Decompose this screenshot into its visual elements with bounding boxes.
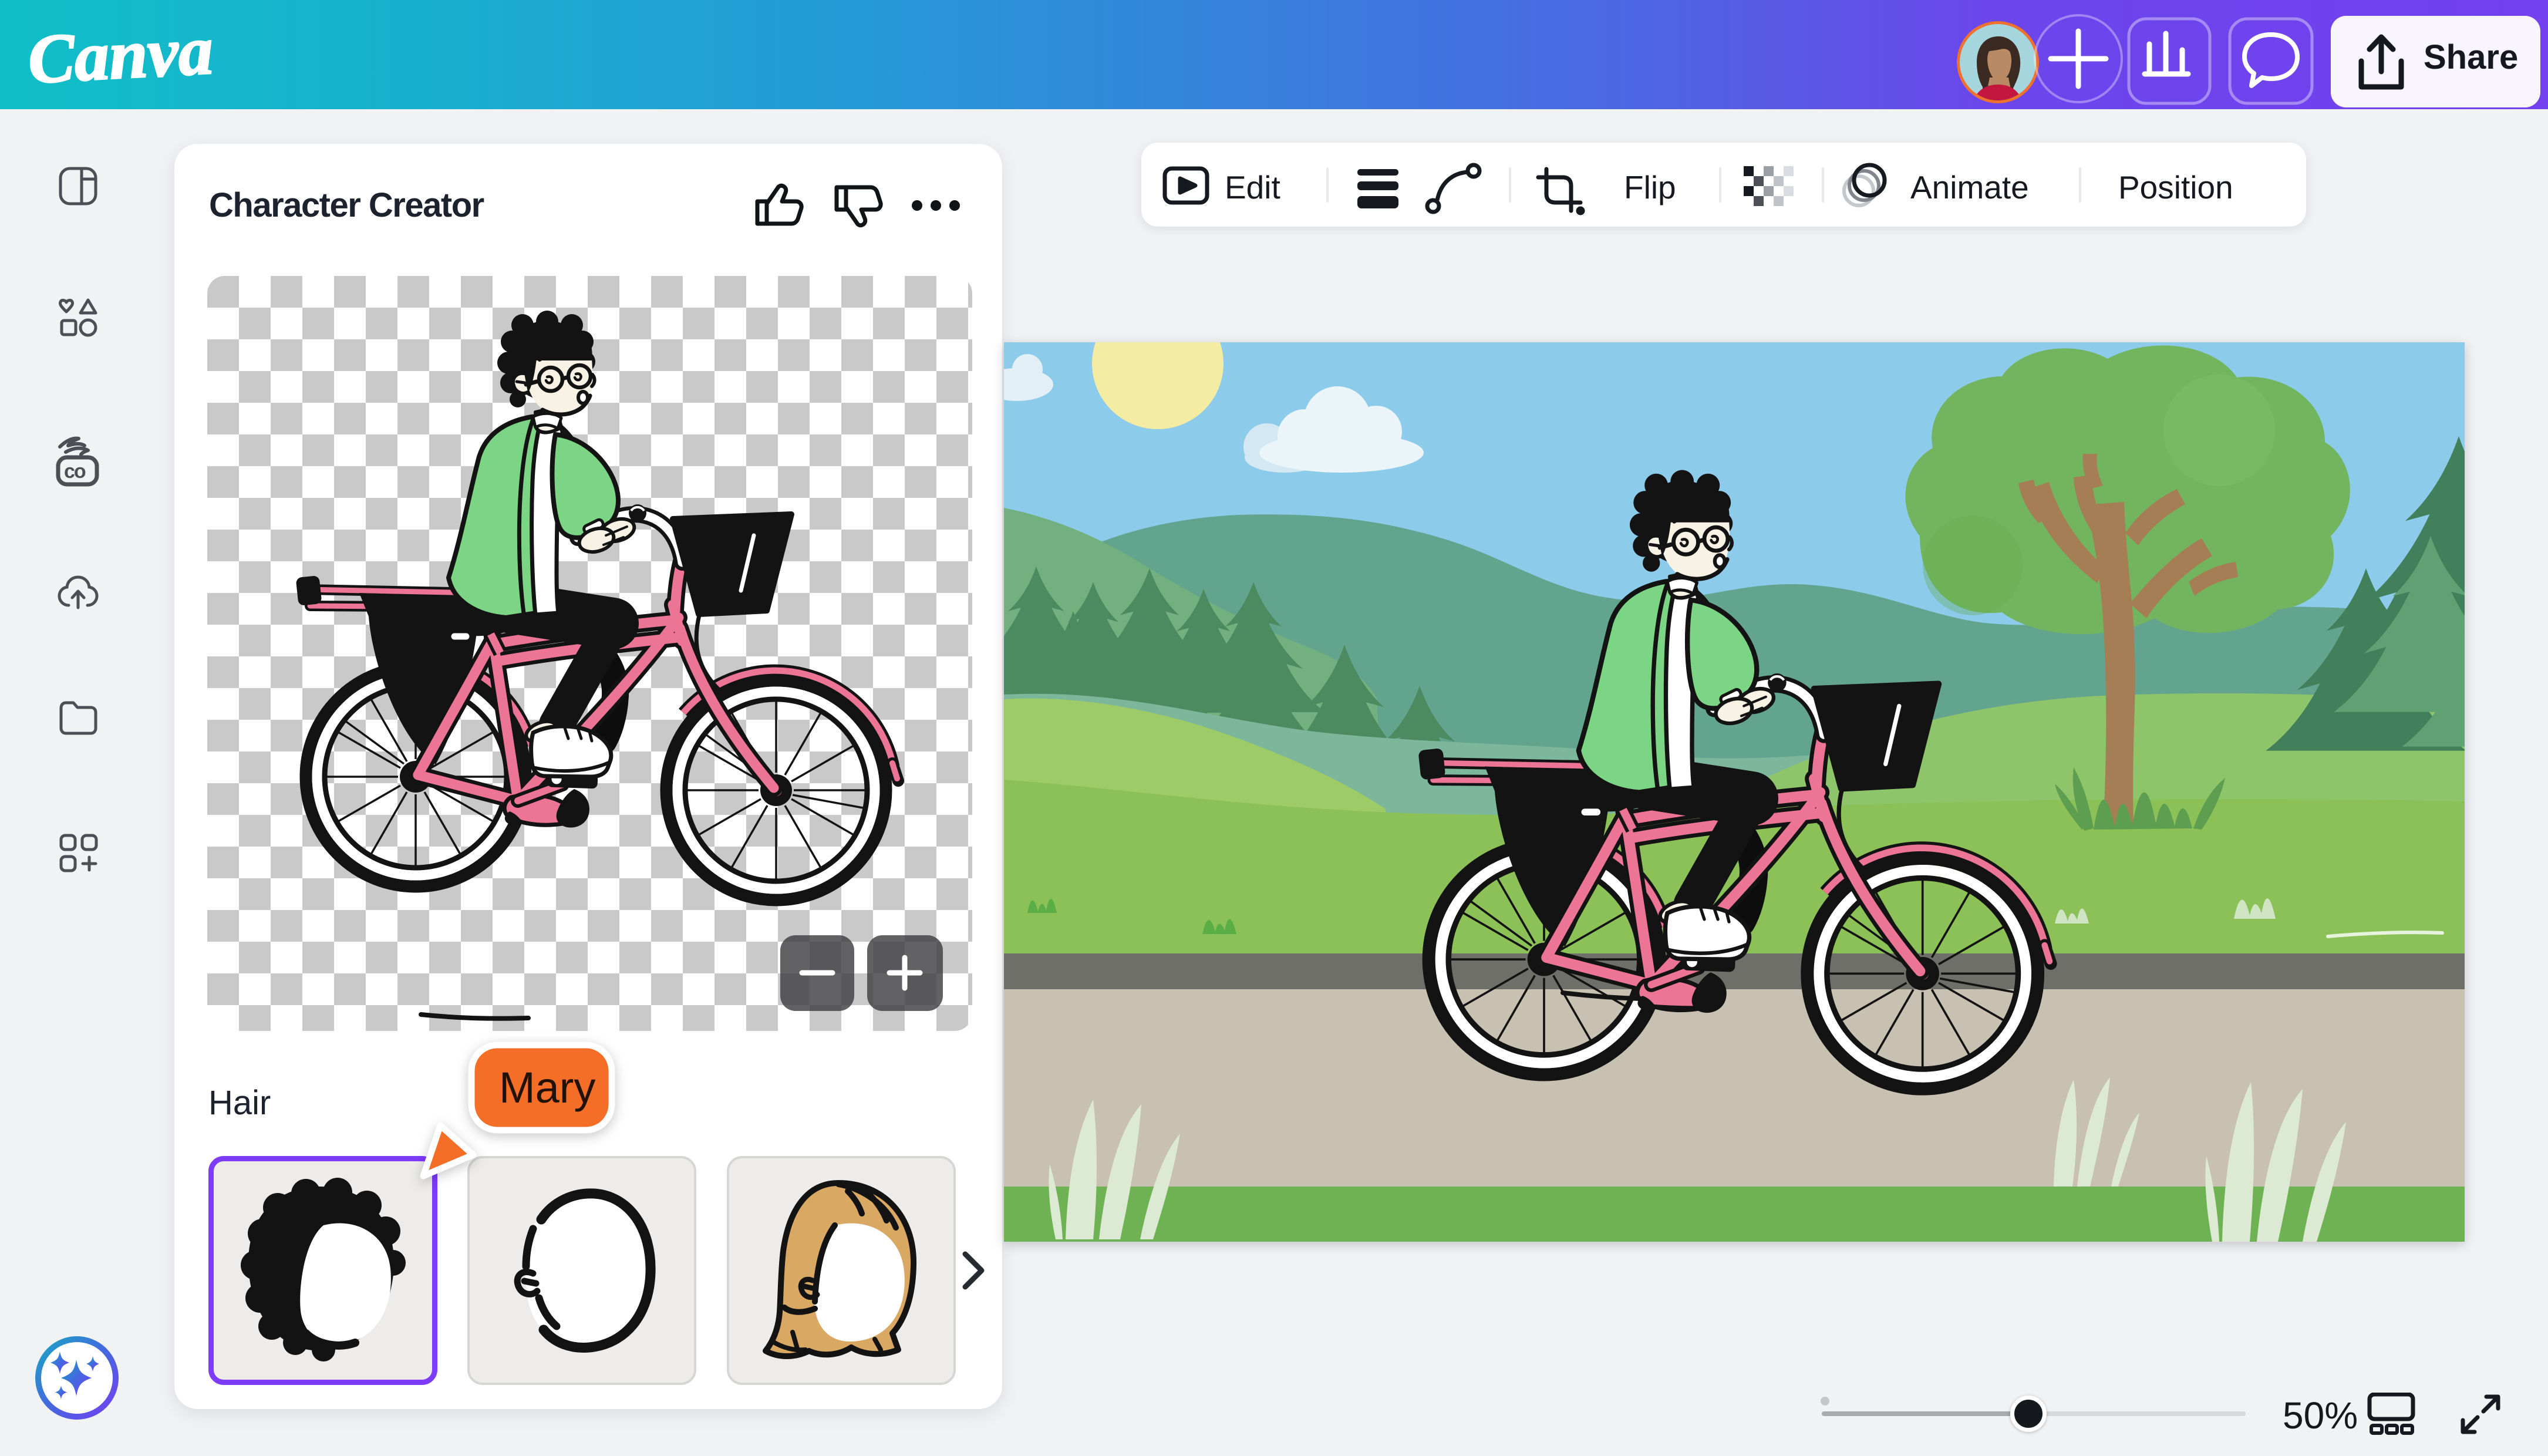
svg-text:Animate: Animate: [1910, 169, 2029, 205]
svg-text:Edit: Edit: [1225, 169, 1280, 205]
svg-text:Mary: Mary: [499, 1063, 595, 1112]
svg-text:co: co: [64, 460, 86, 483]
svg-text:Canva: Canva: [26, 12, 215, 98]
svg-text:Position: Position: [2118, 169, 2233, 205]
svg-text:Flip: Flip: [1624, 169, 1676, 205]
